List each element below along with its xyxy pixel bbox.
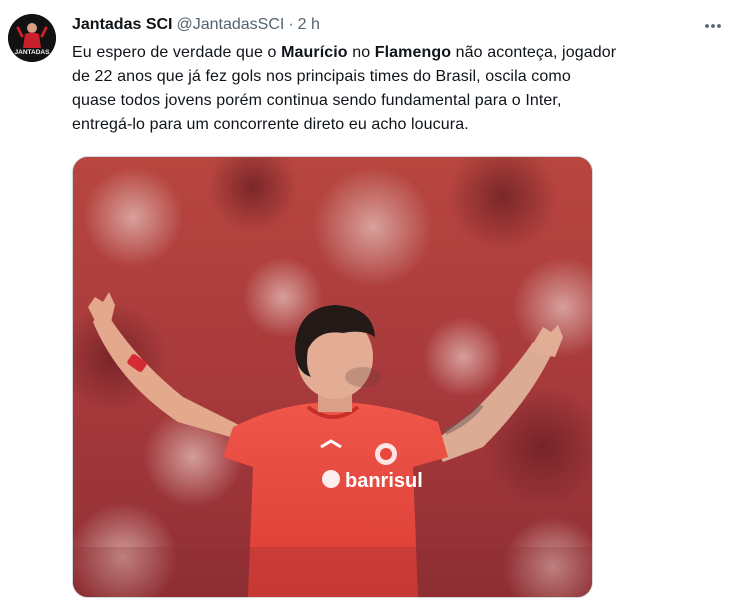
photo-player-celebrating: banrisul xyxy=(73,157,592,597)
tweet-text-segment: Eu espero de verdade que o xyxy=(72,44,282,61)
tweet-text-line-1: Eu espero de verdade que o Maurício no F… xyxy=(72,41,732,65)
tweet-text-bold-mauricio: Maurício xyxy=(281,44,348,61)
tweet-text-segment: no xyxy=(347,44,375,61)
tweet-header: Jantadas SCI @JantadasSCI · 2 h xyxy=(72,14,727,36)
tweet-text-line-2: de 22 anos que já fez gols nos principai… xyxy=(72,68,571,85)
tweet-media-photo[interactable]: banrisul xyxy=(72,156,593,598)
more-options-button[interactable] xyxy=(699,12,727,40)
tweet-card[interactable]: JANTADAS Jantadas SCI @JantadasSCI · 2 h… xyxy=(0,0,747,598)
tweet-text-bold-flamengo: Flamengo xyxy=(374,44,452,61)
avatar-image: JANTADAS xyxy=(8,14,56,62)
more-horizontal-icon xyxy=(705,24,721,28)
tweet-timestamp[interactable]: 2 h xyxy=(298,15,320,35)
tweet-text-line-3: quase todos jovens porém continua sendo … xyxy=(72,92,562,109)
avatar[interactable]: JANTADAS xyxy=(8,14,56,62)
tweet-text-line-4: entregá-lo para um concorrente direto eu… xyxy=(72,116,469,133)
tweet-text: Eu espero de verdade que o Maurício no F… xyxy=(72,41,732,137)
tweet-text-segment: não aconteça, jogador xyxy=(451,44,617,61)
avatar-text: JANTADAS xyxy=(15,49,51,56)
author-handle[interactable]: @JantadasSCI xyxy=(176,15,284,35)
author-display-name[interactable]: Jantadas SCI xyxy=(72,15,172,35)
header-separator: · xyxy=(288,16,294,33)
jersey-sponsor-text: banrisul xyxy=(345,470,423,492)
